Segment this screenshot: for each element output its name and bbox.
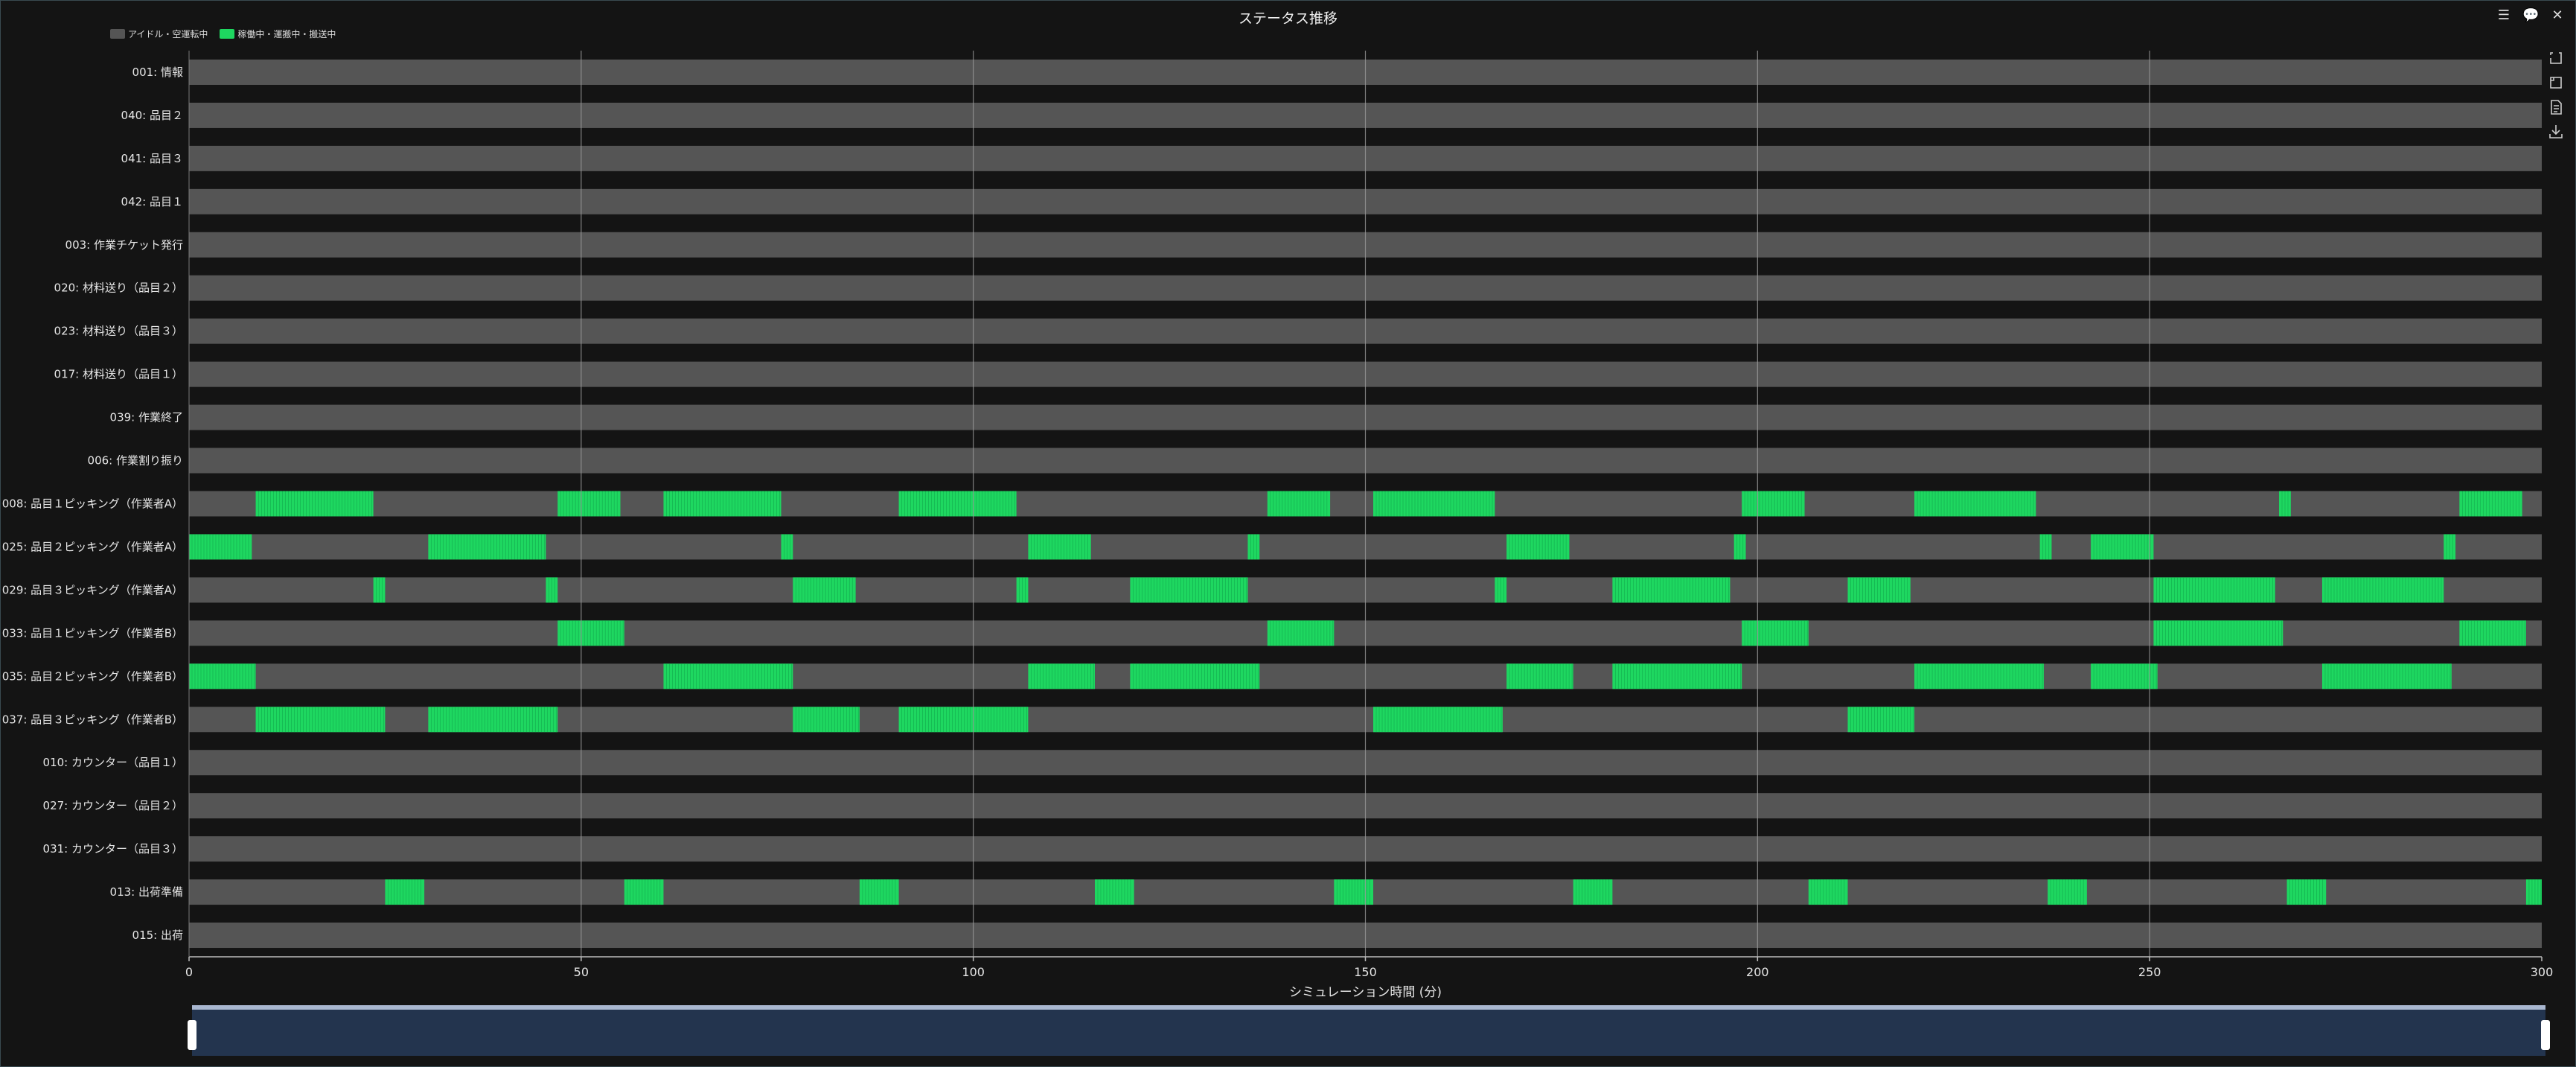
y-axis-label: 013: 出荷準備 — [110, 885, 183, 899]
y-axis-label: 042: 品目１ — [121, 195, 183, 208]
active-bar — [2525, 879, 2542, 905]
active-bar — [1247, 534, 1260, 560]
zoom-handle-start[interactable] — [188, 1020, 196, 1050]
y-axis-label: 029: 品目３ピッキング（作業者A） — [2, 583, 183, 596]
y-axis-label: 003: 作業チケット発行 — [65, 238, 183, 252]
y-axis-label: 001: 情報 — [132, 66, 183, 79]
active-bar — [1742, 620, 1809, 646]
x-tick-label: 150 — [1354, 965, 1377, 979]
y-axis-label: 035: 品目２ピッキング（作業者B） — [2, 669, 183, 683]
y-axis-label: 015: 出荷 — [132, 929, 183, 942]
active-bar — [793, 707, 860, 733]
active-bar — [557, 620, 624, 646]
active-bar — [2459, 491, 2522, 517]
active-bar — [2039, 534, 2052, 560]
active-bar — [781, 534, 793, 560]
active-bar — [2321, 577, 2444, 603]
active-bar — [1506, 534, 1570, 560]
active-bar — [428, 707, 558, 733]
x-tick-label: 50 — [574, 965, 589, 979]
y-axis-label: 025: 品目２ピッキング（作業者A） — [2, 540, 183, 553]
gantt-chart: 001: 情報 040: 品目２ 041: 品目３ 042: 品目１ 003: 作業チケ… — [2, 51, 2554, 1000]
active-bar — [373, 577, 386, 603]
active-bar — [1016, 577, 1029, 603]
active-bar — [2091, 534, 2154, 560]
y-axis-label: 033: 品目１ピッキング（作業者B） — [2, 626, 183, 640]
active-bar — [546, 577, 558, 603]
y-axis-label: 017: 材料送り（品目１） — [54, 368, 183, 381]
y-axis-label: 039: 作業終了 — [110, 411, 183, 424]
y-axis-label: 031: カウンター（品目３） — [43, 842, 183, 856]
y-axis-label: 008: 品目１ピッキング（作業者A） — [2, 497, 183, 511]
active-bar — [557, 491, 621, 517]
active-bar — [2321, 663, 2452, 689]
active-bar — [1847, 707, 1915, 733]
active-bar — [2286, 879, 2327, 905]
x-axis-title: シミュレーション時間 (分) — [1289, 985, 1442, 1000]
active-bar — [1028, 534, 1091, 560]
active-bar — [1808, 879, 1848, 905]
active-bar — [1742, 491, 1805, 517]
active-bar — [624, 879, 664, 905]
active-bar — [2459, 620, 2526, 646]
active-bar — [189, 663, 256, 689]
active-bar — [1847, 577, 1911, 603]
active-bar — [2048, 879, 2087, 905]
active-bar — [1130, 577, 1248, 603]
y-axis-label: 006: 作業割り振り — [88, 454, 183, 468]
active-bar — [663, 663, 793, 689]
y-axis-label: 027: カウンター（品目２） — [43, 799, 183, 812]
y-axis-label: 041: 品目３ — [121, 152, 183, 165]
data-zoom-slider[interactable] — [188, 1005, 2550, 1056]
active-bar — [1506, 663, 1573, 689]
active-bar — [663, 491, 782, 517]
active-bar — [2279, 491, 2291, 517]
active-bar — [2091, 663, 2158, 689]
active-bar — [1267, 491, 1331, 517]
active-bar — [2153, 577, 2275, 603]
active-bar — [1130, 663, 1260, 689]
x-tick-label: 200 — [1746, 965, 1769, 979]
y-axis-label: 040: 品目２ — [121, 109, 183, 122]
active-bar — [385, 879, 425, 905]
active-bar — [1733, 534, 1746, 560]
x-tick-label: 250 — [2138, 965, 2161, 979]
active-bar — [1914, 663, 2044, 689]
active-bar — [1573, 879, 1613, 905]
active-bar — [1612, 663, 1742, 689]
y-axis-label: 023: 材料送り（品目３） — [54, 325, 183, 338]
active-bar — [1495, 577, 1507, 603]
active-bar — [1028, 663, 1095, 689]
x-tick-label: 100 — [962, 965, 985, 979]
x-tick-label: 0 — [185, 965, 193, 979]
zoom-handle-end[interactable] — [2541, 1020, 2550, 1050]
active-bar — [1373, 707, 1503, 733]
active-bar — [1373, 491, 1495, 517]
active-bar — [428, 534, 546, 560]
y-axis-label: 010: カウンター（品目１） — [43, 756, 183, 769]
active-bar — [898, 491, 1017, 517]
active-bar — [255, 707, 386, 733]
active-bar — [1914, 491, 2036, 517]
active-bar — [189, 534, 252, 560]
y-axis-label: 037: 品目３ピッキング（作業者B） — [2, 713, 183, 726]
active-bar — [859, 879, 899, 905]
active-bar — [2444, 534, 2456, 560]
active-bar — [255, 491, 374, 517]
active-bar — [898, 707, 1029, 733]
active-bar — [793, 577, 856, 603]
active-bar — [1334, 879, 1374, 905]
active-bar — [1612, 577, 1730, 603]
active-bar — [1267, 620, 1335, 646]
x-tick-label: 300 — [2531, 965, 2554, 979]
active-bar — [1094, 879, 1134, 905]
active-bar — [2153, 620, 2283, 646]
y-axis-label: 020: 材料送り（品目２） — [54, 281, 183, 295]
